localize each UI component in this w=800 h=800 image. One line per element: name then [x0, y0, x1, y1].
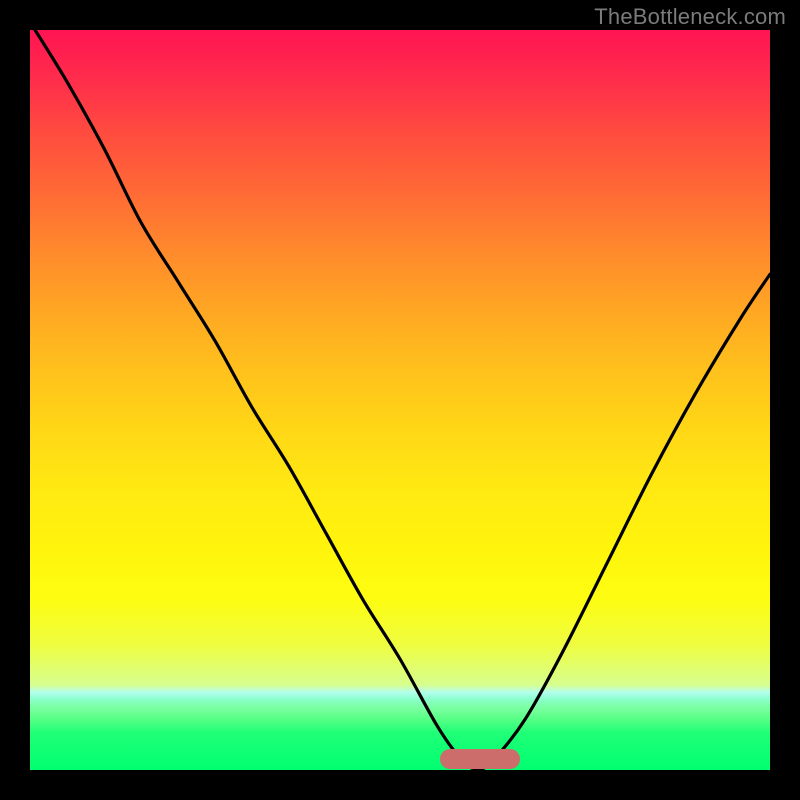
optimal-range-marker	[440, 749, 520, 769]
watermark-text: TheBottleneck.com	[594, 4, 786, 30]
bottleneck-curve	[30, 30, 770, 770]
plot-area	[30, 30, 770, 770]
chart-frame: TheBottleneck.com	[0, 0, 800, 800]
